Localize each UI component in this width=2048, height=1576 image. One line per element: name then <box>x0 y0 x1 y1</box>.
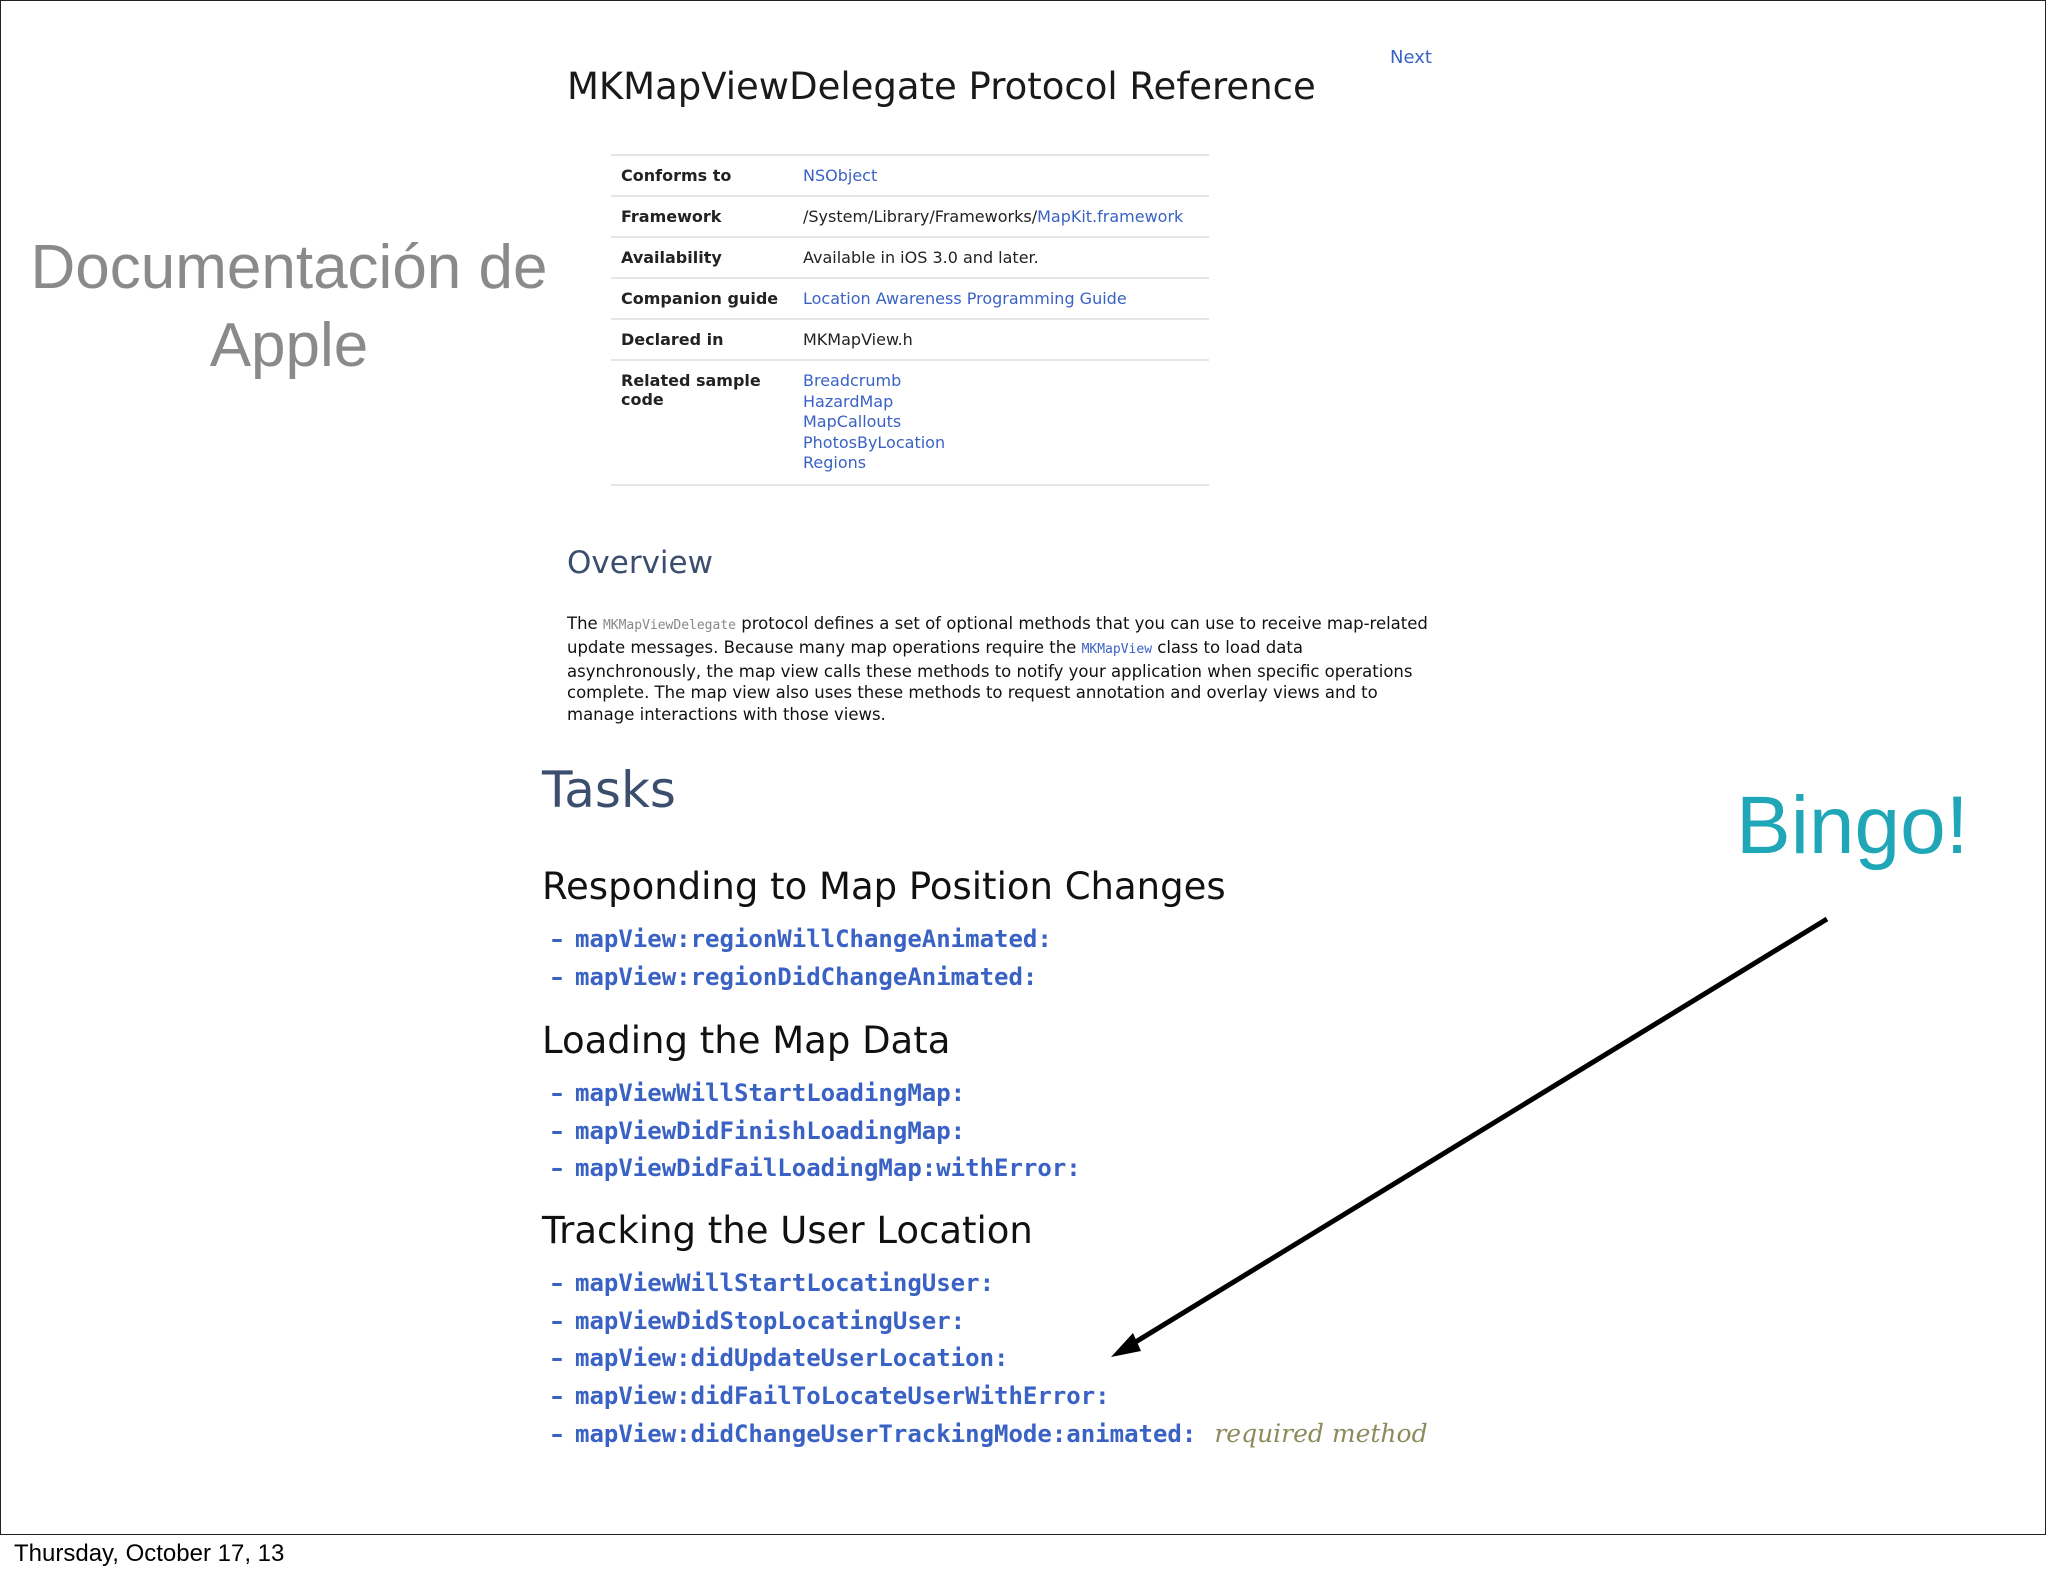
pointer-arrow-icon <box>1111 916 1829 1357</box>
slide-frame: Documentación de Apple Next MKMapViewDel… <box>0 0 2046 1535</box>
arrow-shaft <box>1127 916 1829 1349</box>
arrow-head <box>1111 1333 1141 1357</box>
slide-footer-date: Thursday, October 17, 13 <box>14 1540 285 1567</box>
